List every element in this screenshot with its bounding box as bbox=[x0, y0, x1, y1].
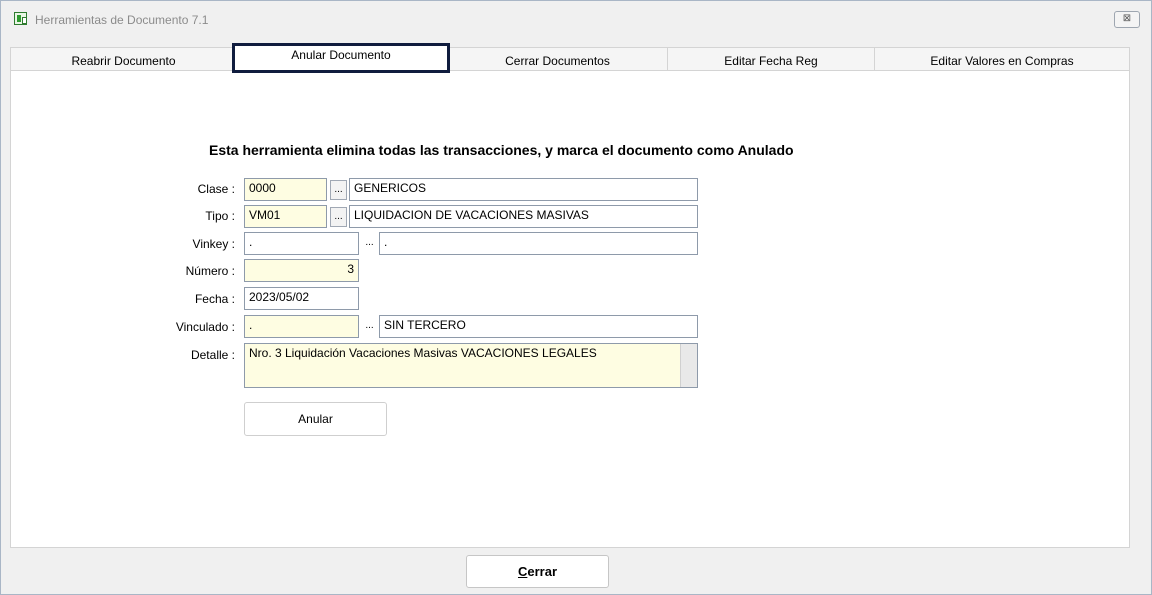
vinculado-lookup-button[interactable]: ... bbox=[361, 317, 378, 337]
tipo-description-field[interactable]: LIQUIDACION DE VACACIONES MASIVAS bbox=[349, 205, 698, 228]
vinculado-code-input[interactable]: . bbox=[244, 315, 359, 338]
tipo-code-input[interactable]: VM01 bbox=[244, 205, 327, 228]
window-close-button[interactable]: ⊠ bbox=[1114, 11, 1140, 28]
cerrar-label-rest: errar bbox=[527, 564, 558, 579]
title-bar: Herramientas de Documento 7.1 ⊠ bbox=[1, 1, 1151, 37]
vinkey-code-input[interactable]: . bbox=[244, 232, 359, 255]
tab-cerrar-documentos[interactable]: Cerrar Documentos bbox=[447, 47, 668, 71]
tipo-lookup-button[interactable]: ... bbox=[330, 207, 347, 227]
detalle-scrollbar[interactable] bbox=[680, 344, 697, 387]
spreadsheet-app-icon bbox=[14, 12, 27, 25]
tool-description-heading: Esta herramienta elimina todas las trans… bbox=[209, 142, 794, 158]
vinkey-label: Vinkey : bbox=[192, 237, 235, 251]
tab-editar-fecha-reg[interactable]: Editar Fecha Reg bbox=[667, 47, 875, 71]
numero-input[interactable]: 3 bbox=[244, 259, 359, 282]
detalle-text: Nro. 3 Liquidación Vacaciones Masivas VA… bbox=[249, 346, 597, 360]
tipo-label: Tipo : bbox=[205, 209, 235, 223]
vinculado-label: Vinculado : bbox=[175, 320, 235, 334]
clase-description-field[interactable]: GENERICOS bbox=[349, 178, 698, 201]
clase-lookup-button[interactable]: ... bbox=[330, 180, 347, 200]
close-icon: ⊠ bbox=[1122, 13, 1132, 24]
vinculado-description-field[interactable]: SIN TERCERO bbox=[379, 315, 698, 338]
vinkey-description-field[interactable]: . bbox=[379, 232, 698, 255]
tab-anular-documento[interactable]: Anular Documento bbox=[232, 43, 450, 73]
tab-strip: Reabrir Documento Anular Documento Cerra… bbox=[10, 43, 1130, 73]
clase-code-input[interactable]: 0000 bbox=[244, 178, 327, 201]
cerrar-button[interactable]: Cerrar bbox=[466, 555, 609, 588]
detalle-textarea[interactable]: Nro. 3 Liquidación Vacaciones Masivas VA… bbox=[244, 343, 698, 388]
numero-label: Número : bbox=[185, 264, 235, 278]
anular-button[interactable]: Anular bbox=[244, 402, 387, 436]
fecha-label: Fecha : bbox=[194, 292, 235, 306]
tools-window: Herramientas de Documento 7.1 ⊠ Reabrir … bbox=[0, 0, 1152, 595]
tab-reabrir-documento[interactable]: Reabrir Documento bbox=[10, 47, 237, 71]
cerrar-mnemonic: C bbox=[517, 564, 528, 579]
vinkey-lookup-button[interactable]: ... bbox=[361, 234, 378, 254]
clase-label: Clase : bbox=[197, 182, 235, 196]
fecha-input[interactable]: 2023/05/02 bbox=[244, 287, 359, 310]
window-title: Herramientas de Documento 7.1 bbox=[35, 13, 209, 27]
detalle-label: Detalle : bbox=[190, 348, 235, 362]
tab-editar-valores-compras[interactable]: Editar Valores en Compras bbox=[874, 47, 1130, 71]
